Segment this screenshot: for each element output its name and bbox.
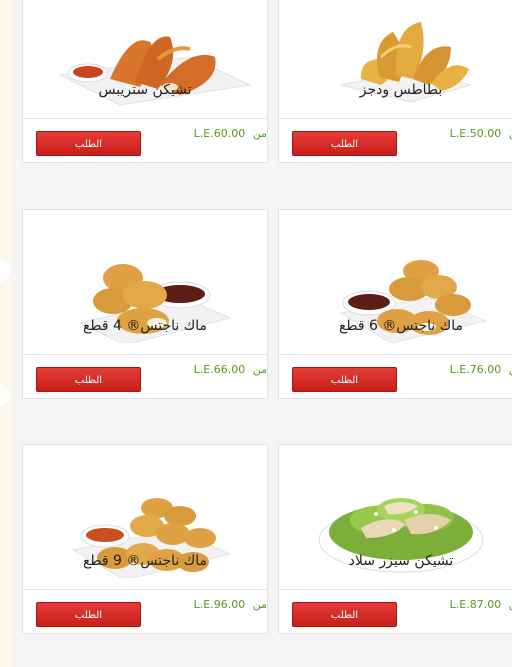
product-name: ماك ناجتس® 6 قطع <box>338 318 464 334</box>
product-name: تشيكن ستريبس <box>98 82 192 98</box>
divider <box>279 354 512 355</box>
product-name: ماك ناجتس® 4 قطع <box>82 318 208 334</box>
divider <box>23 354 267 355</box>
order-button[interactable]: الطلب <box>292 131 397 156</box>
product-image <box>279 0 512 119</box>
order-button[interactable]: الطلب <box>36 131 141 156</box>
divider <box>23 589 267 590</box>
product-price: L.E.50.00 من <box>449 127 512 140</box>
product-price: L.E.66.00 من <box>193 363 267 376</box>
order-button[interactable]: الطلب <box>36 602 141 627</box>
order-button[interactable]: الطلب <box>292 367 397 392</box>
strip-decoration <box>0 384 10 406</box>
product-price: L.E.87.00 من <box>449 598 512 611</box>
product-price: L.E.96.00 من <box>193 598 267 611</box>
product-card: تشيكن ستريبس L.E.60.00 من الطلب <box>22 0 268 163</box>
product-grid: تشيكن ستريبس L.E.60.00 من الطلب بطاطس ود… <box>12 0 512 667</box>
product-card: ماك ناجتس® 6 قطع L.E.76.00 من الطلب <box>278 209 512 399</box>
product-image <box>23 0 267 119</box>
order-button[interactable]: الطلب <box>36 367 141 392</box>
product-name: ماك ناجتس® 9 قطع <box>82 553 208 569</box>
product-card: ماك ناجتس® 4 قطع L.E.66.00 من الطلب <box>22 209 268 399</box>
product-name: تشيكن سيزر سلاد <box>348 553 454 569</box>
product-price: L.E.76.00 من <box>449 363 512 376</box>
product-card: تشيكن سيزر سلاد L.E.87.00 من الطلب <box>278 444 512 634</box>
product-price: L.E.60.00 من <box>193 127 267 140</box>
product-card: ماك ناجتس® 9 قطع L.E.96.00 من الطلب <box>22 444 268 634</box>
divider <box>23 118 267 119</box>
product-name: بطاطس ودجز <box>359 82 443 98</box>
order-button[interactable]: الطلب <box>292 602 397 627</box>
divider <box>279 589 512 590</box>
product-card: بطاطس ودجز L.E.50.00 من الطلب <box>278 0 512 163</box>
divider <box>279 118 512 119</box>
strip-decoration <box>0 260 10 282</box>
